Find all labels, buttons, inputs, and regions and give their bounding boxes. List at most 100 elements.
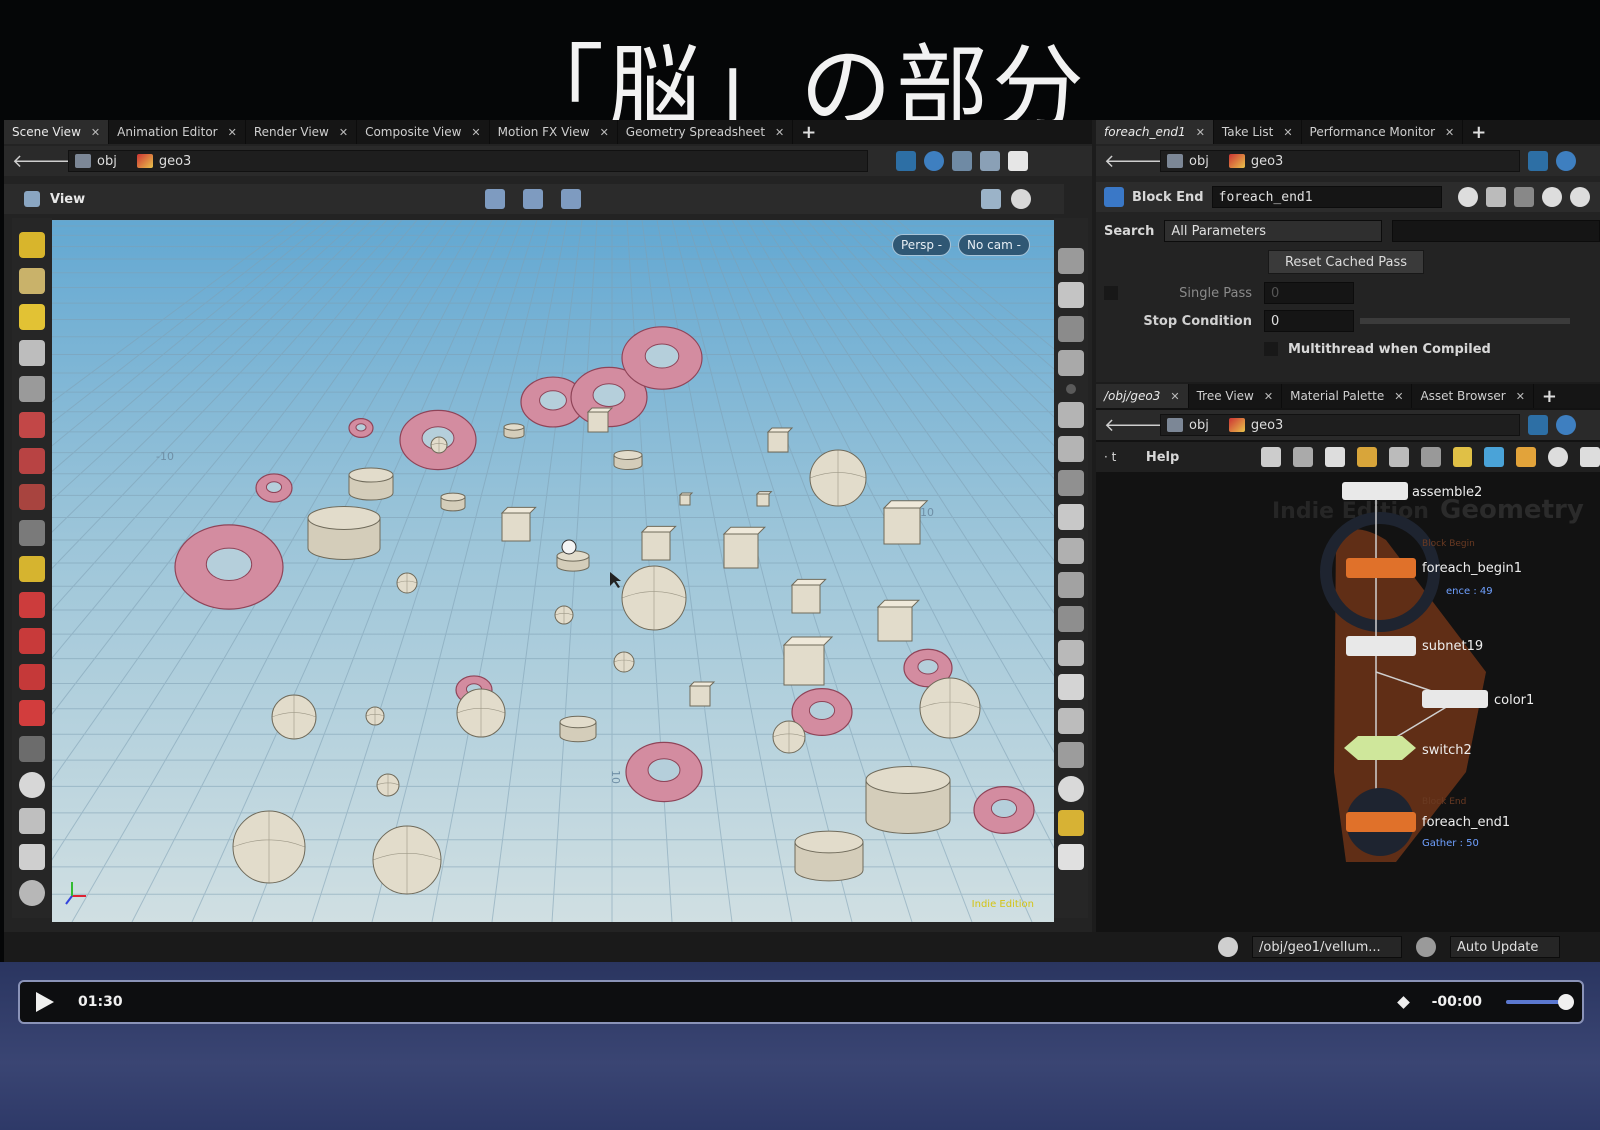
shading-icon[interactable] [980,151,1000,171]
tab-motion-fx-view[interactable]: Motion FX View ✕ [490,120,618,144]
display-options-icon[interactable] [952,151,972,171]
display-flags-icon[interactable] [981,189,1002,209]
point-numbers-icon[interactable] [1058,470,1084,496]
list-icon[interactable] [1325,447,1345,467]
pointer-icon[interactable] [19,340,45,366]
close-icon[interactable]: ✕ [775,126,784,139]
search-icon[interactable] [1514,187,1534,207]
add-tab-icon[interactable]: + [1534,386,1565,407]
tab-obj-geo3[interactable]: /obj/geo3 ✕ [1096,384,1189,408]
network-path-field[interactable]: obj geo3 [68,150,868,172]
refresh-icon[interactable] [1416,937,1436,957]
hscript-help-icon[interactable] [1486,187,1506,207]
select-dynamics-icon[interactable] [19,304,45,330]
scale-icon[interactable] [19,484,45,510]
point-display-icon[interactable] [1066,384,1076,394]
close-icon[interactable]: ✕ [1170,390,1179,403]
layout-icon[interactable] [1008,151,1028,171]
snap-grid-icon[interactable] [19,592,45,618]
tab-performance-monitor[interactable]: Performance Monitor ✕ [1302,120,1464,144]
pin-icon[interactable] [1528,151,1548,171]
link-icon[interactable] [924,151,944,171]
forward-arrow-icon[interactable]: 🡒 [1132,415,1180,436]
node-assemble2[interactable]: assemble2 [1342,482,1482,500]
render-icon[interactable] [19,844,45,870]
tab-render-view[interactable]: Render View ✕ [246,120,358,144]
network-path-field[interactable]: obj geo3 [1160,150,1520,172]
snap-curve-icon[interactable] [19,628,45,654]
network-path-field[interactable]: obj geo3 [1160,414,1520,436]
snap-point-icon[interactable] [19,664,45,690]
link-icon[interactable] [1556,151,1576,171]
close-icon[interactable]: ✕ [1283,126,1292,139]
sim-path-field[interactable]: /obj/geo1/vellum... [1252,936,1402,958]
tab-material-palette[interactable]: Material Palette ✕ [1282,384,1413,408]
pin-icon[interactable] [896,151,916,171]
image-icon[interactable] [1484,447,1505,467]
rotate-icon[interactable] [19,448,45,474]
reset-cached-pass-button[interactable]: Reset Cached Pass [1268,250,1424,274]
close-icon[interactable]: ✕ [1445,126,1454,139]
volume-knob[interactable] [1558,994,1574,1010]
multithread-checkbox[interactable] [1264,342,1278,356]
normals-icon[interactable] [1058,504,1084,530]
stop-condition-field[interactable]: 0 [1264,310,1354,332]
grid-icon[interactable] [1356,447,1377,467]
persp-menu[interactable]: Persp - [892,234,952,256]
layout-icon[interactable] [1420,447,1441,467]
search-filter-select[interactable]: All Parameters [1164,220,1383,242]
tab-take-list[interactable]: Take List ✕ [1214,120,1302,144]
lock-icon[interactable] [19,376,45,402]
search-icon[interactable] [1548,447,1569,467]
magnet-icon[interactable] [19,700,45,726]
display-mode-icon[interactable] [1058,248,1084,274]
tab-foreach-end1[interactable]: foreach_end1 ✕ [1096,120,1214,144]
stop-condition-slider[interactable] [1360,318,1570,324]
add-tab-icon[interactable]: + [793,122,824,143]
add-tab-icon[interactable]: + [1463,122,1494,143]
location-icon[interactable] [1058,742,1084,768]
chat-icon[interactable] [1218,937,1238,957]
close-icon[interactable]: ✕ [1196,126,1205,139]
close-icon[interactable]: ✕ [91,126,100,139]
home-view-icon[interactable] [19,880,45,906]
play-icon[interactable] [36,992,54,1012]
close-icon[interactable]: ✕ [228,126,237,139]
table-icon[interactable] [1388,447,1409,467]
bounding-box-icon[interactable] [1058,350,1084,376]
node-foreach-end1[interactable]: Block End foreach_end1 Gather : 50 [1346,788,1510,856]
volume-slider[interactable] [1506,994,1574,1010]
forward-arrow-icon[interactable]: 🡒 [40,151,88,172]
uv-icon[interactable] [1058,572,1084,598]
select-geometry-icon[interactable] [19,268,45,294]
info-icon[interactable] [1058,776,1084,802]
tab-animation-editor[interactable]: Animation Editor ✕ [109,120,246,144]
single-pass-toggle[interactable] [1104,286,1118,300]
visualize-icon[interactable] [1058,316,1084,342]
snap-icon[interactable] [485,189,506,209]
help-icon[interactable] [1570,187,1590,207]
view-tool-icon[interactable] [19,736,45,762]
close-icon[interactable]: ✕ [1516,390,1525,403]
grid-toggle-icon[interactable] [1058,810,1084,836]
search-input[interactable] [1392,220,1600,242]
help-icon[interactable] [1011,189,1032,209]
sticky-note-icon[interactable] [1452,447,1473,467]
camera-menu[interactable]: No cam - [958,234,1030,256]
gear-icon[interactable] [1458,187,1478,207]
collapse-icon[interactable]: · t [1104,450,1134,464]
primitive-numbers-icon[interactable] [1058,606,1084,632]
brush-icon[interactable] [1058,402,1084,428]
back-arrow-icon[interactable]: 🡐 [12,151,60,172]
pose-icon[interactable] [19,556,45,582]
info-icon[interactable] [1542,187,1562,207]
update-mode-select[interactable]: Auto Update [1450,936,1560,958]
tab-scene-view[interactable]: Scene View ✕ [4,120,110,144]
close-icon[interactable]: ✕ [339,126,348,139]
tab-geometry-spreadsheet[interactable]: Geometry Spreadsheet ✕ [618,120,794,144]
tools-icon[interactable] [1261,447,1282,467]
forward-arrow-icon[interactable]: 🡒 [1132,151,1180,172]
node-color1[interactable]: color1 [1422,690,1534,708]
close-icon[interactable]: ✕ [600,126,609,139]
link-icon[interactable] [1556,415,1576,435]
